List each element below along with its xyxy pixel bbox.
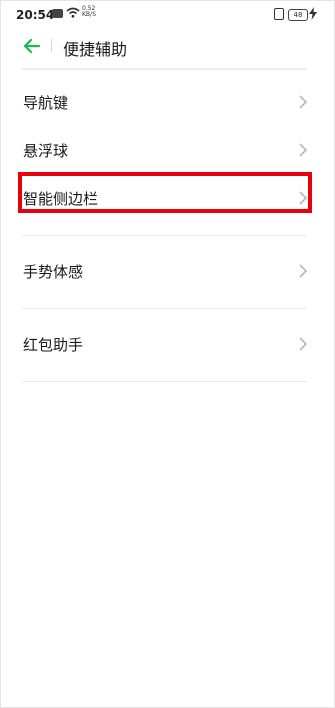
list-item-label: 手势体感 [23, 263, 84, 281]
list-item-label: 智能侧边栏 [23, 190, 99, 208]
status-time: 20:54 [16, 8, 55, 22]
list-item-label: 导航键 [23, 94, 69, 112]
charging-bolt-icon [309, 7, 317, 20]
message-icon [52, 9, 63, 18]
list-item-red-packet-assistant[interactable]: 红包助手 [0, 321, 335, 367]
list-item-smart-sidebar[interactable]: 智能侧边栏 [0, 175, 335, 221]
list-item-label: 悬浮球 [23, 142, 69, 160]
nfc-icon [274, 8, 284, 20]
chevron-right-icon [299, 337, 308, 351]
wifi-icon [66, 7, 80, 18]
page-title: 便捷辅助 [63, 40, 128, 59]
list-item-label: 红包助手 [23, 336, 84, 354]
section-divider [22, 235, 307, 236]
header-bar: 便捷辅助 [0, 30, 335, 66]
header-separator [51, 39, 52, 52]
chevron-right-icon [299, 95, 308, 109]
list-item-floating-ball[interactable]: 悬浮球 [0, 127, 335, 173]
section-divider [22, 308, 307, 309]
network-speed: 0.52 KB/S [82, 6, 96, 18]
back-arrow-icon[interactable] [22, 36, 42, 56]
chevron-right-icon [299, 264, 308, 278]
battery-indicator: 48 [288, 9, 308, 21]
section-divider [22, 381, 307, 382]
network-speed-unit: KB/S [82, 11, 96, 18]
chevron-right-icon [299, 143, 308, 157]
status-bar: 20:54 0.52 KB/S 48 [0, 0, 335, 30]
header-divider [22, 68, 307, 70]
list-item-navigation-keys[interactable]: 导航键 [0, 79, 335, 125]
chevron-right-icon [299, 191, 308, 205]
list-item-gestures-motions[interactable]: 手势体感 [0, 248, 335, 294]
